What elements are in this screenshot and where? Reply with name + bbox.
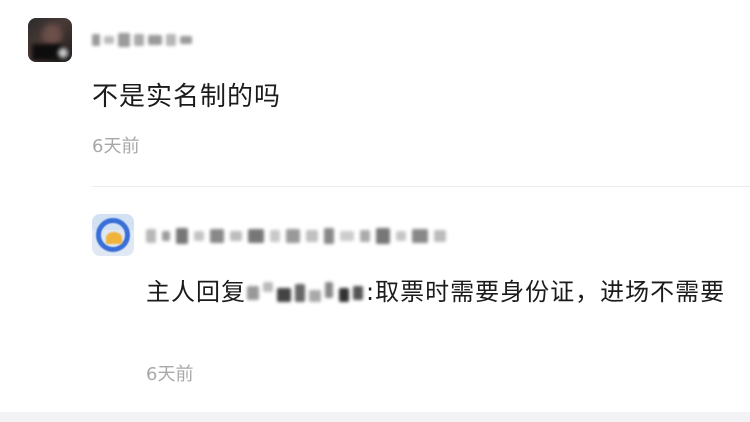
reply-prefix: 主人回复 bbox=[146, 278, 246, 306]
commenter-name-redacted[interactable] bbox=[92, 30, 192, 50]
comment-text: 不是实名制的吗 bbox=[92, 82, 282, 112]
comment-thread: 不是实名制的吗 6天前 主人回复 :取票时需要身份证，进场不需要 6天前 bbox=[0, 0, 750, 422]
reply-timestamp: 6天前 bbox=[146, 364, 194, 385]
comment-timestamp: 6天前 bbox=[92, 136, 140, 157]
reply-name-redacted[interactable] bbox=[146, 226, 446, 246]
reply-body: :取票时需要身份证，进场不需要 bbox=[366, 278, 726, 306]
reply-avatar[interactable] bbox=[92, 214, 134, 256]
mentioned-user-redacted[interactable] bbox=[247, 280, 365, 306]
divider bbox=[92, 186, 750, 187]
reply-text: 主人回复 :取票时需要身份证，进场不需要 bbox=[146, 274, 736, 310]
section-separator bbox=[0, 412, 750, 422]
commenter-avatar[interactable] bbox=[28, 18, 72, 62]
